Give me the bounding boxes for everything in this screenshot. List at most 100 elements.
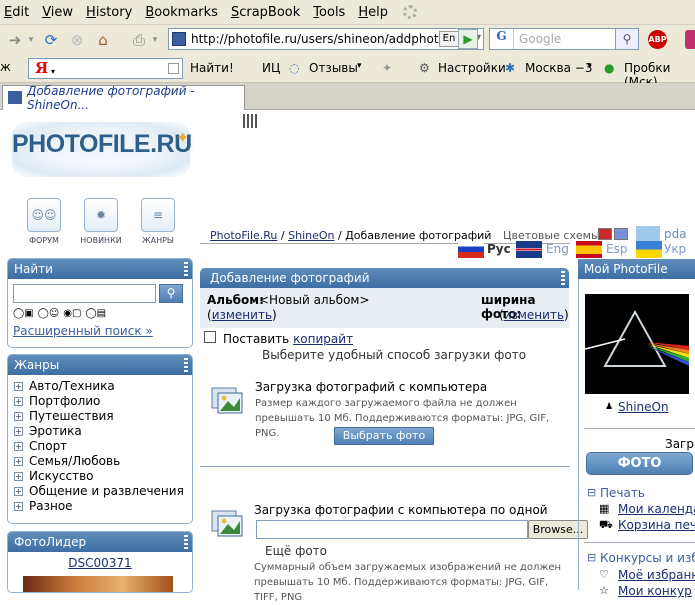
reload-icon[interactable]: ⟳	[40, 29, 62, 51]
yandex-search-input[interactable]: Я ▾	[28, 58, 183, 79]
yandex-settings[interactable]: Настройки	[438, 61, 506, 75]
genre-item[interactable]: + Путешествия	[8, 409, 192, 424]
flag-spain-icon[interactable]	[576, 241, 602, 258]
yandex-find-button[interactable]: Найти!	[190, 61, 234, 75]
print-cart-link[interactable]: Корзина печа	[618, 518, 695, 532]
menu-view[interactable]: View	[42, 5, 73, 20]
genres-list-icon[interactable]: ≡	[141, 198, 175, 232]
news-bulb-icon[interactable]: ✹	[84, 198, 118, 232]
expand-icon[interactable]: +	[14, 382, 23, 391]
panel-grip-icon[interactable]	[184, 535, 188, 549]
yandex-ic[interactable]: ИЦ	[262, 61, 280, 75]
user-avatar[interactable]	[585, 294, 689, 394]
pda-link[interactable]: pda	[664, 227, 687, 241]
lang-uk[interactable]: Укр	[664, 242, 686, 256]
expand-icon[interactable]: +	[14, 487, 23, 496]
copyright-link[interactable]: копирайт	[293, 332, 353, 346]
menu-history[interactable]: History	[86, 5, 132, 20]
yandex-dropdown-icon[interactable]: ▾	[51, 67, 55, 76]
expand-icon[interactable]: +	[14, 427, 23, 436]
expand-icon[interactable]: +	[14, 442, 23, 451]
nav-genres-label[interactable]: ЖАНРЫ	[134, 236, 182, 245]
nav-news-label[interactable]: НОВИНКИ	[77, 236, 125, 245]
toolbar-overflow-icon[interactable]: ж	[0, 60, 11, 74]
leader-photo-name[interactable]: DSC00371	[8, 556, 192, 570]
expand-icon[interactable]: +	[14, 502, 23, 511]
panel-grip-icon[interactable]	[184, 358, 188, 372]
print-icon[interactable]: ⎙	[128, 29, 150, 51]
advanced-search-link[interactable]: Расширенный поиск »	[13, 324, 153, 338]
lang-ru[interactable]: Рус	[487, 242, 511, 256]
url-bar[interactable]: http://photofile.ru/users/shineon/addpho…	[168, 28, 484, 50]
search-type-album-radio[interactable]: ◉▢	[63, 308, 81, 319]
genre-label[interactable]: Путешествия	[29, 409, 114, 424]
expand-icon[interactable]: +	[14, 457, 23, 466]
advanced-search-label[interactable]: Расширенный поиск	[13, 324, 142, 338]
site-logo[interactable]: PHOTOFILE.RU	[12, 130, 192, 159]
forward-dropdown-icon[interactable]: ▾	[26, 29, 36, 51]
choose-photo-button[interactable]: Выбрать фото	[334, 427, 434, 445]
flag-ukraine-icon[interactable]	[636, 241, 662, 258]
stop-icon[interactable]: ⊗	[66, 29, 88, 51]
menu-tools[interactable]: Tools	[313, 5, 345, 20]
genre-item[interactable]: + Эротика	[8, 424, 192, 439]
my-calendars-link[interactable]: Мои календа	[618, 502, 695, 516]
search-placeholder[interactable]: Google	[514, 32, 561, 46]
search-type-user-radio[interactable]: ◯☺	[38, 308, 60, 319]
expand-icon[interactable]: +	[14, 397, 23, 406]
genre-label[interactable]: Семья/Любовь	[29, 454, 120, 469]
weather-dropdown-icon[interactable]: ▾	[587, 61, 592, 71]
forward-icon[interactable]: ➜	[4, 29, 26, 51]
home-icon[interactable]: ⌂	[92, 29, 114, 51]
google-icon[interactable]: G	[490, 29, 514, 49]
adblock-icon[interactable]: ABP	[648, 30, 667, 49]
my-favorites-link[interactable]: Моё избранн	[618, 568, 695, 582]
photo-upload-button[interactable]: ФОТО	[586, 452, 693, 475]
genre-label[interactable]: Портфолио	[29, 394, 100, 409]
genre-item[interactable]: + Спорт	[8, 439, 192, 454]
flag-russia-icon[interactable]	[458, 241, 484, 258]
search-type-photo-radio[interactable]: ◯▣	[13, 308, 34, 319]
my-contests-link[interactable]: Мои конкур	[618, 584, 692, 598]
expand-icon[interactable]: +	[14, 412, 23, 421]
genre-item[interactable]: + Портфолио	[8, 394, 192, 409]
expand-icon[interactable]: +	[14, 472, 23, 481]
url-text[interactable]: http://photofile.ru/users/shineon/addpho…	[191, 32, 450, 46]
width-change-link[interactable]: изменить	[504, 308, 564, 322]
tab-active[interactable]: Добавление фотографий - ShineOn...	[2, 84, 245, 112]
go-button[interactable]: ▶	[458, 29, 478, 49]
flag-uk-icon[interactable]	[516, 241, 542, 258]
genre-label[interactable]: Спорт	[29, 439, 67, 454]
menu-scrapbook[interactable]: ScrapBook	[231, 5, 300, 20]
genre-label[interactable]: Общение и развлечения	[29, 484, 184, 499]
nav-forum-label[interactable]: ФОРУМ	[20, 236, 68, 245]
album-change-link[interactable]: изменить	[212, 308, 272, 322]
yandex-weather[interactable]: Москва −3	[525, 61, 592, 75]
menu-help[interactable]: Help	[358, 5, 388, 20]
yandex-reviews[interactable]: Отзывы	[309, 61, 358, 75]
genre-label[interactable]: Авто/Техника	[29, 379, 115, 394]
genre-label[interactable]: Искусство	[29, 469, 94, 484]
user-name-link[interactable]: ShineOn	[618, 400, 669, 414]
copyright-checkbox[interactable]	[204, 331, 216, 343]
search-icon[interactable]: ⚲	[615, 28, 639, 50]
menu-edit[interactable]: Edit	[4, 5, 29, 20]
genre-item[interactable]: + Общение и развлечения	[8, 484, 192, 499]
site-search-input[interactable]	[13, 284, 156, 303]
genre-item[interactable]: + Авто/Техника	[8, 379, 192, 394]
panel-grip-icon[interactable]	[561, 271, 565, 285]
forum-icon[interactable]: ☺☺	[27, 198, 61, 232]
file-path-input[interactable]	[256, 520, 528, 539]
genre-item[interactable]: + Искусство	[8, 469, 192, 484]
scheme-red-swatch[interactable]	[598, 228, 612, 240]
scheme-blue-swatch[interactable]	[614, 228, 628, 240]
breadcrumb-user[interactable]: ShineOn	[288, 229, 334, 242]
genre-label[interactable]: Разное	[29, 499, 73, 514]
extension-icon[interactable]	[685, 30, 695, 49]
tab-title[interactable]: Добавление фотографий - ShineOn...	[27, 84, 244, 112]
lang-es[interactable]: Esp	[606, 242, 627, 256]
panel-grip-icon[interactable]	[184, 262, 188, 276]
menu-bookmarks[interactable]: Bookmarks	[145, 5, 218, 20]
print-dropdown-icon[interactable]: ▾	[150, 29, 160, 51]
keyboard-layout-badge[interactable]: En	[439, 31, 459, 47]
